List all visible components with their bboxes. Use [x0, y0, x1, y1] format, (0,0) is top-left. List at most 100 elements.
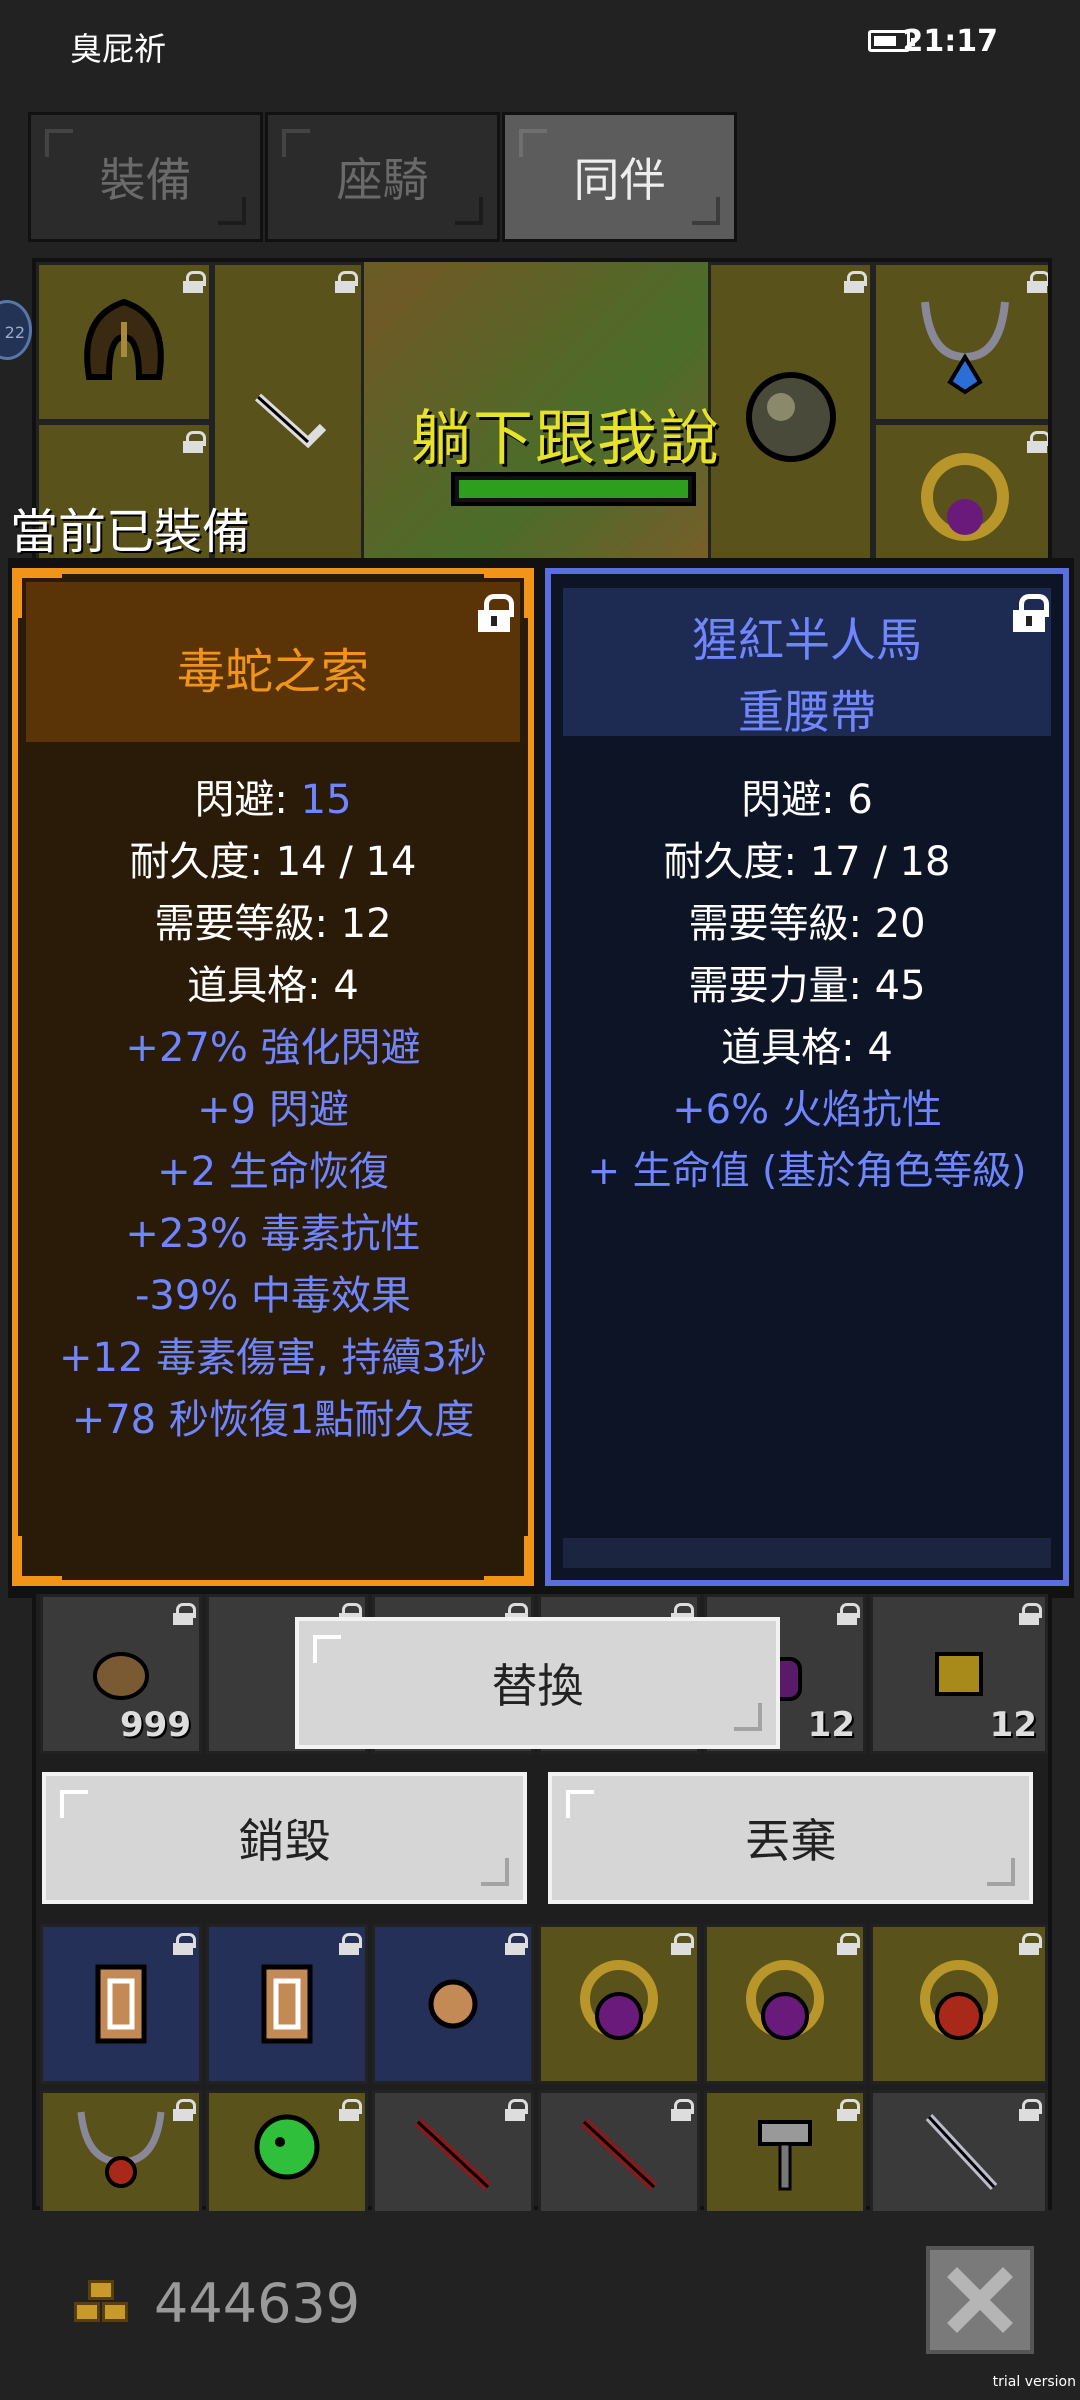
card-footer: [563, 1538, 1051, 1568]
tab-label: 同伴: [573, 153, 666, 207]
speech-text: 躺下跟我說: [411, 404, 721, 474]
side-badge[interactable]: 22: [0, 300, 32, 360]
lock-icon: [1027, 431, 1048, 453]
inventory-slot[interactable]: [870, 2090, 1048, 2214]
inventory-slot[interactable]: 999: [40, 1594, 202, 1754]
stat-line: 道具格: 4: [187, 963, 359, 1009]
item-name: 猩紅半人馬 重腰帶: [551, 604, 1063, 748]
stat-value: 15: [300, 777, 352, 823]
gold-coins-icon: [70, 2276, 136, 2330]
gold-amount: 444639: [154, 2271, 361, 2335]
close-icon: [947, 2267, 1013, 2333]
lock-icon: [339, 2099, 362, 2121]
red-blade-icon: [580, 2118, 658, 2191]
lock-icon: [183, 271, 206, 293]
close-button[interactable]: [926, 2246, 1034, 2354]
card-corner: [484, 1536, 530, 1582]
ring-icon: [580, 1960, 658, 2040]
bonus-line: -39% 中毒效果: [134, 1273, 412, 1319]
game-screen: 臭屁祈 21:17 裝備 座騎 同伴 躺下跟我說 22 當前已裝備 毒蛇之索 閃…: [0, 0, 1080, 2400]
equipped-label: 當前已裝備: [10, 504, 251, 560]
tab-equipment[interactable]: 裝備: [28, 112, 263, 242]
bonus-line: +2 生命恢復: [157, 1149, 389, 1195]
lock-icon[interactable]: [478, 594, 514, 634]
bonus-line: +23% 毒素抗性: [125, 1211, 421, 1257]
bonus-line: +27% 強化閃避: [125, 1025, 421, 1071]
inventory-slot[interactable]: [40, 2090, 202, 2214]
shield-icon: [745, 372, 836, 462]
stat-line: 道具格: 4: [721, 1025, 893, 1071]
bonus-line: + 生命值 (基於角色等級): [587, 1149, 1027, 1194]
lock-icon: [1019, 2099, 1042, 2121]
health-bar: [451, 472, 696, 506]
destroy-button[interactable]: 銷毀: [42, 1772, 527, 1904]
item-stats: 閃避: 15 耐久度: 14 / 14 需要等級: 12 道具格: 4 +27%…: [18, 769, 528, 1451]
scroll-icon: [935, 1652, 983, 1696]
rune-tablet-icon: [95, 1964, 147, 2044]
hammer-icon: [758, 2120, 812, 2191]
replace-button[interactable]: 替換: [295, 1617, 780, 1749]
bonus-line: +12 毒素傷害, 持續3秒: [58, 1335, 487, 1381]
inventory-slot[interactable]: [538, 2090, 700, 2214]
helmet-icon: [84, 298, 164, 380]
stat-line: 耐久度: 17 / 18: [663, 839, 951, 885]
inventory-slot[interactable]: [206, 2090, 368, 2214]
lock-icon: [844, 271, 867, 293]
bonus-line: +78 秒恢復1點耐久度: [71, 1397, 475, 1443]
clock: 21:17: [902, 24, 999, 59]
bonus-line: +9 閃避: [197, 1087, 349, 1133]
inventory-slot[interactable]: [40, 1924, 202, 2084]
spear-icon: [925, 2113, 998, 2191]
inventory-slot[interactable]: 12: [870, 1594, 1048, 1754]
lock-icon: [1027, 271, 1048, 293]
item-count: 12: [807, 1705, 855, 1745]
lock-icon: [173, 2099, 196, 2121]
item-name: 毒蛇之索: [176, 644, 369, 700]
rune-stone-icon: [428, 1979, 478, 2029]
lock-icon: [1019, 1603, 1042, 1625]
tab-companion[interactable]: 同伴: [502, 112, 737, 242]
discard-button[interactable]: 丟棄: [548, 1772, 1033, 1904]
offhand-slot[interactable]: [708, 262, 873, 564]
inventory-slot[interactable]: [704, 2090, 866, 2214]
tab-mount[interactable]: 座騎: [265, 112, 500, 242]
item-name-line: 重腰帶: [738, 685, 876, 739]
carrier-name: 臭屁祈: [70, 30, 167, 68]
compared-item-card: 猩紅半人馬 重腰帶 閃避: 6 耐久度: 17 / 18 需要等級: 20 需要…: [545, 568, 1069, 1586]
inventory-slot[interactable]: [206, 1924, 368, 2084]
lock-icon: [837, 1603, 860, 1625]
lock-icon: [505, 2099, 528, 2121]
dagger-icon: [254, 393, 327, 449]
stat-line: 閃避: 6: [741, 777, 873, 823]
equipped-item-card: 毒蛇之索 閃避: 15 耐久度: 14 / 14 需要等級: 12 道具格: 4…: [12, 568, 534, 1586]
inventory-slot[interactable]: [870, 1924, 1048, 2084]
stat-line: 閃避: 15: [18, 769, 528, 831]
ring-icon: [746, 1960, 824, 2040]
inventory-slot[interactable]: [372, 2090, 534, 2214]
amulet-slot[interactable]: [873, 262, 1048, 422]
tab-label: 裝備: [99, 153, 192, 207]
item-stats: 閃避: 6 耐久度: 17 / 18 需要等級: 20 需要力量: 45 道具格…: [551, 769, 1063, 1203]
goblin-portrait-icon: [254, 2114, 320, 2180]
amulet-icon: [77, 2111, 165, 2188]
ring-slot[interactable]: [873, 422, 1048, 564]
tab-label: 座騎: [336, 153, 429, 207]
inventory-slot[interactable]: [704, 1924, 866, 2084]
ring-icon: [920, 1960, 998, 2040]
ring-icon: [920, 453, 1009, 541]
item-count: 999: [120, 1705, 191, 1745]
button-label: 替換: [491, 1659, 584, 1713]
inventory-slot[interactable]: [372, 1924, 534, 2084]
lock-icon: [505, 1933, 528, 1955]
inventory-slot[interactable]: [538, 1924, 700, 2084]
lock-icon: [335, 271, 358, 293]
lock-icon: [671, 1933, 694, 1955]
rune-tablet-icon: [261, 1964, 313, 2044]
pouch-icon: [93, 1652, 149, 1700]
stat-line: 需要力量: 45: [688, 963, 926, 1009]
lock-icon: [837, 2099, 860, 2121]
helmet-slot[interactable]: [36, 262, 212, 422]
button-label: 銷毀: [238, 1814, 331, 1868]
lock-icon: [339, 1933, 362, 1955]
watermark: trial version: [992, 2374, 1076, 2390]
